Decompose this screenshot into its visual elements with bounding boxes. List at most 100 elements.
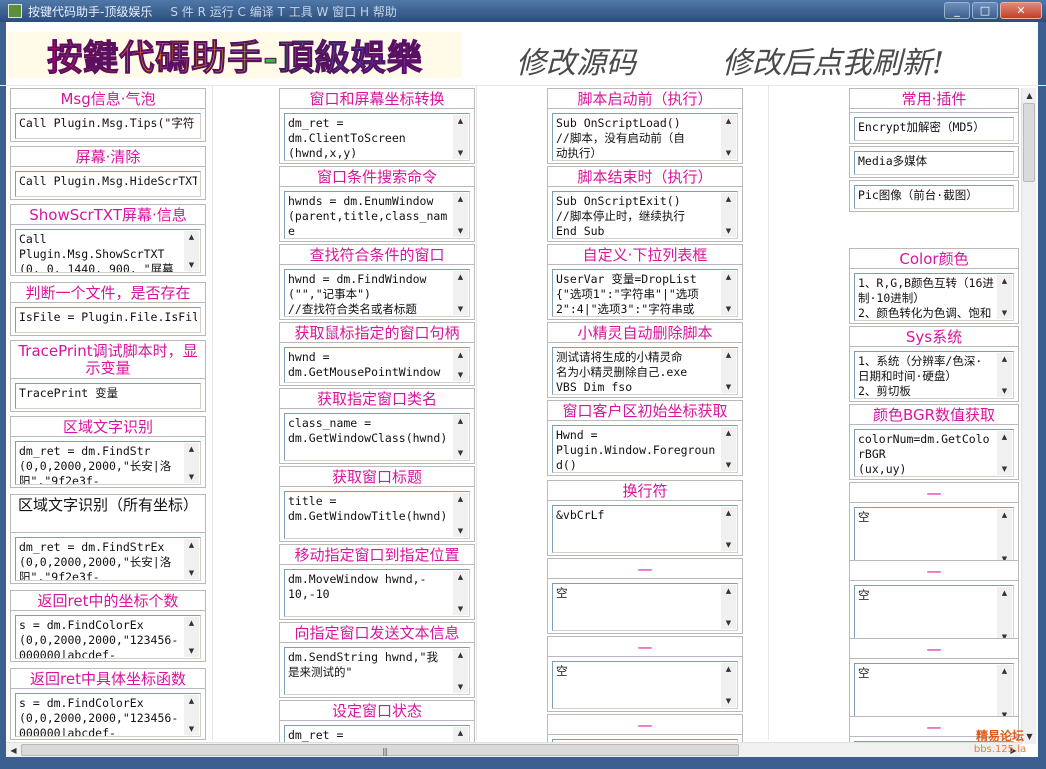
snippet-code-textbox[interactable]: Sub OnScriptLoad() //脚本，没有启动前（自 动执行） ▲ ▼ — [552, 113, 738, 161]
scroll-left-arrow-icon[interactable]: ◀ — [6, 743, 21, 758]
snippet-code-textbox[interactable]: Call Plugin.Msg.ShowScrTXT (0, 0, 1440, … — [15, 229, 201, 273]
snippet-code-textbox[interactable]: 空 ▲ ▼ — [854, 507, 1014, 567]
vertical-scrollbar[interactable]: ▲ ▼ — [1021, 88, 1036, 744]
snippet-title[interactable]: 窗口和屏幕坐标转换 — [279, 88, 475, 108]
scroll-up-arrow-icon[interactable]: ▲ — [997, 353, 1012, 365]
textbox-scrollbar[interactable]: ▲▼ — [453, 271, 468, 315]
snippet-code-textbox[interactable]: 测试请将生成的小精灵命 名为小精灵删除自己.exe VBS Dim fso ▲ ▼ — [552, 347, 738, 395]
scroll-down-arrow-icon[interactable]: ▼ — [453, 369, 468, 381]
scroll-up-arrow-icon[interactable]: ▲ — [721, 507, 736, 519]
scroll-down-arrow-icon[interactable]: ▼ — [721, 303, 736, 315]
scroll-thumb[interactable] — [1023, 103, 1035, 182]
textbox-scrollbar[interactable]: ▲▼ — [997, 275, 1012, 319]
snippet-code-textbox[interactable]: Media多媒体 — [854, 151, 1014, 175]
textbox-scrollbar[interactable]: ▲▼ — [184, 443, 199, 483]
textbox-scrollbar[interactable]: ▲▼ — [453, 571, 468, 615]
scroll-down-arrow-icon[interactable]: ▼ — [721, 695, 736, 707]
horizontal-scrollbar[interactable]: ◀ ||| ▶ — [6, 742, 1021, 757]
textbox-scrollbar[interactable]: ▲▼ — [721, 271, 736, 315]
snippet-code-textbox[interactable]: Sub OnScriptExit() //脚本停止时，继续执行 End Sub ▲… — [552, 191, 738, 239]
snippet-title[interactable]: 向指定窗口发送文本信息 — [279, 622, 475, 642]
scroll-down-arrow-icon[interactable]: ▼ — [184, 723, 199, 735]
snippet-title[interactable]: — — [849, 560, 1019, 580]
snippet-title[interactable]: 返回ret中具体坐标函数 — [10, 668, 206, 688]
snippet-title[interactable]: ShowScrTXT屏幕·信息 — [10, 204, 206, 224]
snippet-title[interactable]: 设定窗口状态 — [279, 700, 475, 720]
snippet-title[interactable]: — — [849, 638, 1019, 658]
snippet-code-textbox[interactable]: s = dm.FindColorEx (0,0,2000,2000,"12345… — [15, 615, 201, 659]
textbox-scrollbar[interactable]: ▲▼ — [721, 193, 736, 237]
snippet-code-textbox[interactable]: class_name = dm.GetWindowClass(hwnd) ▲ ▼ — [284, 413, 470, 461]
snippet-code-textbox[interactable]: dm_ret = dm.ClientToScreen (hwnd,x,y) ▲ ▼ — [284, 113, 470, 161]
scroll-up-arrow-icon[interactable]: ▲ — [721, 193, 736, 205]
close-button[interactable]: ✕ — [1000, 2, 1042, 19]
snippet-title[interactable]: 换行符 — [547, 480, 743, 500]
snippet-title[interactable]: 常用·插件 — [849, 88, 1019, 108]
snippet-title[interactable]: — — [547, 636, 743, 656]
snippet-title[interactable]: TracePrint调试脚本时，显示变量 — [10, 340, 206, 378]
snippet-title[interactable]: 返回ret中的坐标个数 — [10, 590, 206, 610]
scroll-down-arrow-icon[interactable]: ▼ — [721, 459, 736, 471]
scroll-up-arrow-icon[interactable]: ▲ — [453, 415, 468, 427]
snippet-code-textbox[interactable]: 空 ▲ ▼ — [552, 583, 738, 631]
scroll-up-arrow-icon[interactable]: ▲ — [453, 115, 468, 127]
scroll-down-arrow-icon[interactable]: ▼ — [184, 645, 199, 657]
scroll-up-arrow-icon[interactable]: ▲ — [1022, 88, 1037, 103]
textbox-scrollbar[interactable]: ▲▼ — [997, 509, 1012, 565]
textbox-scrollbar[interactable]: ▲▼ — [997, 431, 1012, 475]
title-bar[interactable]: 按键代码助手-顶级娱乐 S 件 R 运行 C 编译 T 工具 W 窗口 H 帮助… — [0, 0, 1046, 22]
snippet-code-textbox[interactable]: 1、R,G,B颜色互转（16进 制·10进制） 2、颜色转化为色调、饱和 ▲ ▼ — [854, 273, 1014, 321]
scroll-down-arrow-icon[interactable]: ▼ — [997, 385, 1012, 397]
snippet-code-textbox[interactable]: hwnds = dm.EnumWindow (parent,title,clas… — [284, 191, 470, 239]
scroll-up-arrow-icon[interactable]: ▲ — [184, 695, 199, 707]
scroll-down-arrow-icon[interactable]: ▼ — [453, 603, 468, 615]
snippet-code-textbox[interactable]: Call Plugin.Msg.HideScrTXT — [15, 171, 201, 197]
textbox-scrollbar[interactable]: ▲▼ — [721, 349, 736, 393]
snippet-title[interactable]: 脚本启动前（执行） — [547, 88, 743, 108]
scroll-up-arrow-icon[interactable]: ▲ — [453, 727, 468, 739]
snippet-title[interactable]: — — [547, 714, 743, 734]
scroll-up-arrow-icon[interactable]: ▲ — [453, 349, 468, 361]
textbox-scrollbar[interactable]: ▲▼ — [184, 695, 199, 735]
snippet-code-textbox[interactable]: 空 ▲ ▼ — [552, 661, 738, 709]
snippet-code-textbox[interactable]: IsFile = Plugin.File.IsFil — [15, 307, 201, 333]
scroll-down-arrow-icon[interactable]: ▼ — [997, 307, 1012, 319]
scroll-up-arrow-icon[interactable]: ▲ — [453, 493, 468, 505]
scroll-up-arrow-icon[interactable]: ▲ — [184, 231, 199, 243]
snippet-title[interactable]: 查找符合条件的窗口 — [279, 244, 475, 264]
textbox-scrollbar[interactable]: ▲▼ — [721, 507, 736, 551]
snippet-title[interactable]: 窗口客户区初始坐标获取 — [547, 400, 743, 420]
snippet-title[interactable]: 小精灵自动删除脚本 — [547, 322, 743, 342]
snippet-title[interactable]: — — [547, 558, 743, 578]
scroll-up-arrow-icon[interactable]: ▲ — [453, 271, 468, 283]
scroll-down-arrow-icon[interactable]: ▼ — [184, 471, 199, 483]
snippet-title[interactable]: 获取窗口标题 — [279, 466, 475, 486]
snippet-title[interactable]: — — [849, 482, 1019, 502]
textbox-scrollbar[interactable]: ▲▼ — [721, 585, 736, 629]
scroll-up-arrow-icon[interactable]: ▲ — [997, 431, 1012, 443]
snippet-title[interactable]: Msg信息·气泡 — [10, 88, 206, 108]
snippet-code-textbox[interactable]: colorNum=dm.GetColorBGR (ux,uy) G = Int … — [854, 429, 1014, 477]
scroll-up-arrow-icon[interactable]: ▲ — [721, 585, 736, 597]
snippet-code-textbox[interactable]: Pic图像（前台·截图） — [854, 185, 1014, 209]
snippet-title[interactable]: Color颜色 — [849, 248, 1019, 268]
scroll-up-arrow-icon[interactable]: ▲ — [997, 665, 1012, 677]
snippet-code-textbox[interactable]: dm_ret = dm.FindStr (0,0,2000,2000,"长安|洛… — [15, 441, 201, 485]
snippet-code-textbox[interactable]: 空 ▲ ▼ — [854, 585, 1014, 645]
scroll-up-arrow-icon[interactable]: ▲ — [453, 649, 468, 661]
snippet-title[interactable]: 区域文字识别 — [10, 416, 206, 436]
scroll-down-arrow-icon[interactable]: ▼ — [997, 463, 1012, 475]
textbox-scrollbar[interactable]: ▲▼ — [184, 617, 199, 657]
scroll-up-arrow-icon[interactable]: ▲ — [721, 663, 736, 675]
snippet-code-textbox[interactable]: dm_ret = dm.FindStrEx (0,0,2000,2000,"长安… — [15, 537, 201, 581]
snippet-title[interactable]: 脚本结束时（执行） — [547, 166, 743, 186]
scroll-up-arrow-icon[interactable]: ▲ — [997, 509, 1012, 521]
scroll-down-arrow-icon[interactable]: ▼ — [453, 147, 468, 159]
scroll-up-arrow-icon[interactable]: ▲ — [184, 539, 199, 551]
textbox-scrollbar[interactable]: ▲▼ — [184, 231, 199, 271]
scroll-up-arrow-icon[interactable]: ▲ — [453, 193, 468, 205]
textbox-scrollbar[interactable]: ▲▼ — [453, 115, 468, 159]
snippet-title[interactable]: 区域文字识别（所有坐标） — [10, 494, 206, 532]
snippet-code-textbox[interactable]: hwnd = dm.FindWindow ("","记事本") //查找符合类名… — [284, 269, 470, 317]
snippet-code-textbox[interactable]: dm.SendString hwnd,"我 是来测试的" ▲ ▼ — [284, 647, 470, 695]
